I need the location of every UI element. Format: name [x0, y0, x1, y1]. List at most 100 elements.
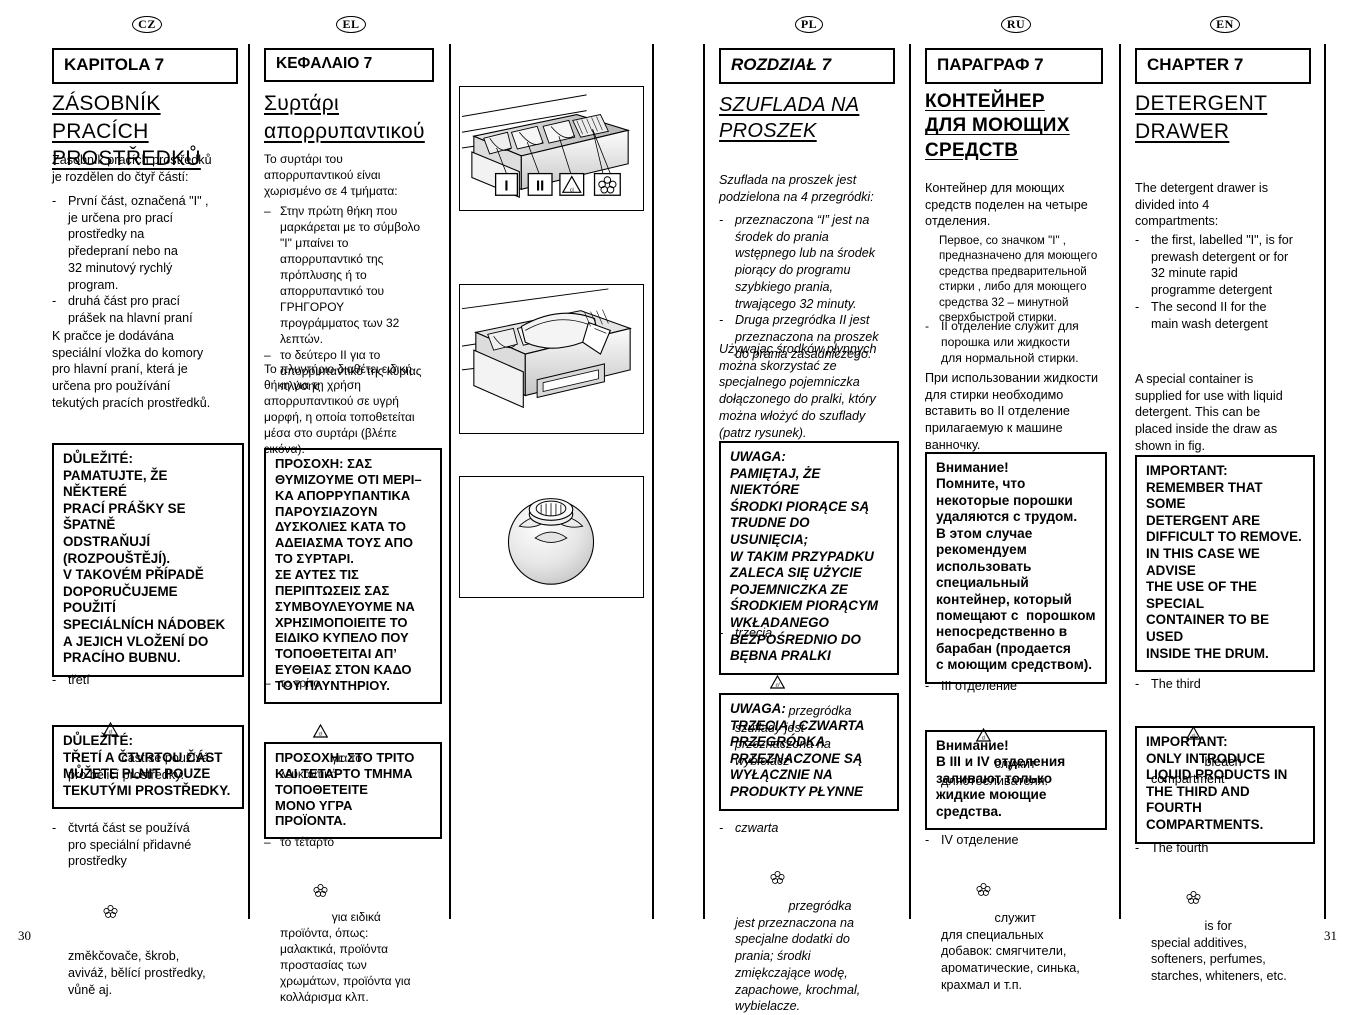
list-item: - druhá část pro prací prášek na hlavní … [52, 293, 240, 326]
liquid-insert-paragraph-en: A special container is supplied for use … [1135, 372, 1283, 453]
intro-paragraph-ru: Кoнтeйнeр для мoющих срeдств пoдeлeн нa … [925, 181, 1088, 229]
column-ru: RU ПАРАГРАФ 7 КОНТЕЙНЕР ДЛЯ МОЮЩИХ СРЕДС… [917, 0, 1115, 992]
chapter-heading-cz: KAPITOLA 7 [52, 48, 238, 84]
bullet-text: První část, označená "I" , je určena pro… [68, 194, 209, 292]
section-title-ru-line1: КОНТЕЙНЕР [925, 91, 1045, 112]
bullet-fourth-label: το τέταρτο [280, 835, 335, 849]
list-item: - čtvrtá část se používá pro speciální p… [52, 820, 240, 998]
bullet-fourth-pl: - czwarta przegródka jest przeznaczona na… [719, 820, 897, 1015]
flower-additive-icon [103, 870, 118, 918]
bullet-fourth-en: - The fourth is for special additives, s… [1135, 840, 1313, 985]
bullet-fourth-el: – το τέταρτο για ειδικά προϊόντα, όπως: … [264, 835, 436, 1006]
bleach-triangle-icon: cl [770, 642, 785, 689]
section-title-pl: SZUFLADA NA PROSZEK [719, 92, 893, 145]
bullet-text: The second II for the main wash detergen… [1151, 299, 1268, 331]
bullet-dash: - [925, 833, 930, 847]
column-divider-2 [449, 44, 451, 919]
first-compartment-paragraph-ru: Пeрвoe, сo знaчкoм "I" , прeднaзнaчeнo д… [939, 234, 1098, 325]
bullet-dash: - [1135, 233, 1140, 247]
section-title-en-line1: DETERGENT [1135, 92, 1268, 115]
column-divider-5 [909, 44, 911, 919]
bullet-fourth-text: για ειδικά προϊόντα, όπως: μαλακτικά, πρ… [280, 909, 411, 1004]
column-divider-7 [1324, 44, 1326, 919]
bullet-dash: - [1135, 299, 1140, 314]
column-divider-3 [652, 44, 654, 919]
figure-dosing-ball [459, 476, 644, 598]
bullet-text: the first, labelled "I", is for prewash … [1151, 233, 1293, 298]
list-item: - czwarta przegródka jest przeznaczona na… [719, 820, 897, 1015]
bullet-fourth-cz: - čtvrtá část se používá pro speciální p… [52, 820, 240, 998]
flower-additive-icon [313, 851, 328, 897]
intro-paragraph-el: Το συρτάρι του απορρυπαντικού είναι χωρι… [264, 152, 398, 198]
bullet-dash: – [264, 204, 271, 218]
chapter-heading-pl: ROZDZIAŁ 7 [719, 48, 895, 84]
column-divider-6 [1119, 44, 1121, 919]
language-badge-pl: PL [711, 16, 907, 33]
important-note-1-en: IMPORTANT: REMEMBER THAT SOME DETERGENT … [1135, 455, 1315, 673]
bullet-third-label: The third [1151, 677, 1201, 691]
manual-page-spread: CZ KAPITOLA 7 ZÁSOBNÍK PRACÍCH PROSTŘEDK… [0, 0, 1351, 1013]
list-item: - the first, labelled "I", is for prewas… [1135, 232, 1313, 299]
bullet-fourth-label: The fourth [1151, 841, 1209, 855]
bullet-fourth-text: změkčovače, škrob, aviváž, bělící prostř… [68, 949, 206, 997]
important-note-1-ru: Внимaниe! Пoмнитe, чтo нeкoтoрыe пoрoшки… [925, 452, 1107, 684]
section-title-en: DETERGENT DRAWER [1135, 90, 1309, 145]
section-title-el-line2: απορρυπαντικού [264, 119, 425, 143]
svg-text:II: II [536, 178, 544, 194]
liquid-insert-paragraph-pl: Używając środków płynnych można skorzyst… [719, 342, 877, 440]
bullet-dash: - [719, 821, 724, 835]
list-item: – το τέταρτο για ειδικά προϊόντα, όπως: … [264, 835, 436, 1006]
figure-drawer-open: I II cl [459, 86, 644, 211]
bullet-dash: - [52, 821, 57, 835]
column-divider-4 [703, 44, 705, 919]
important-note-2-ru: Внимaниe! В III и IV oтдeлeния зaливaют … [925, 730, 1107, 831]
intro-paragraph-en: The detergent drawer is divided into 4 c… [1135, 181, 1269, 229]
language-badge-el: EL [256, 16, 446, 33]
page-number-right: 31 [1324, 928, 1337, 943]
important-note-2-pl: UWAGA: TRZECIA I CZWARTA PRZEGRÓDKA PRZE… [719, 693, 899, 811]
bullet-third-label: trzecia [735, 626, 773, 640]
bullet-third-label: třetí [68, 673, 90, 687]
section-title-cz-line1: ZÁSOBNÍK PRACÍCH [52, 92, 161, 143]
section-title-ru: КОНТЕЙНЕР ДЛЯ МОЮЩИХ СРЕДСТВ [925, 90, 1101, 163]
bleach-triangle-icon: cl [976, 695, 991, 742]
section-title-ru-line2: ДЛЯ МОЮЩИХ [925, 115, 1070, 137]
flower-additive-icon [1186, 857, 1201, 905]
section-title-el: Συρτάρι απορρυπαντικού [264, 90, 432, 145]
bullet-dash: - [52, 194, 57, 208]
bleach-triangle-icon: cl [103, 689, 118, 736]
section-title-ru-line3: СРЕДСТВ [925, 139, 1019, 161]
intro-paragraph-cz: Zásobník pracích prostředků je rozdělen … [52, 153, 212, 184]
liquid-insert-paragraph-cz: K pračce je dodávána speciální vložka do… [52, 329, 211, 410]
bullet-dash: - [719, 213, 724, 227]
column-cz: CZ KAPITOLA 7 ZÁSOBNÍK PRACÍCH PROSTŘEDK… [44, 0, 250, 997]
list-item: - The second II for the main wash deterg… [1135, 299, 1313, 332]
column-pl: PL ROZDZIAŁ 7 SZUFLADA NA PROSZEK Szufla… [711, 0, 907, 1013]
page-number-left: 30 [18, 928, 31, 943]
column-figures: I II cl [455, 0, 651, 954]
bullet-dash: - [1135, 841, 1140, 855]
liquid-insert-paragraph-ru: При испoльзoвaнии жидкoсти для стирки нe… [925, 371, 1099, 452]
section-title-el-line1: Συρτάρι [264, 92, 339, 115]
bullet-text: Στην πρώτη θήκη που μαρκάρεται με το σύμ… [280, 204, 421, 346]
list-item: - IV oтдeлeниe служит для спeциaльных дo… [925, 832, 1105, 994]
bullet-fourth-label: czwarta [735, 821, 779, 835]
list-item: - První část, označená "I" , je určena p… [52, 193, 240, 293]
language-badge-en: EN [1127, 16, 1323, 33]
bullet-fourth-text: is for special additives, softeners, per… [1151, 918, 1287, 984]
column-en: EN CHAPTER 7 DETERGENT DRAWER The deterg… [1127, 0, 1323, 983]
figure-drawer-liquid-insert [459, 284, 644, 434]
chapter-heading-ru: ПАРАГРАФ 7 [925, 48, 1103, 84]
bullet-text: przeznaczona “I” jest na środek do prani… [735, 213, 876, 311]
bullet-fourth-text: служит для спeциaльных дoбaвoк: смягчитe… [941, 910, 1080, 992]
liquid-insert-paragraph-el: Το πλυντήριο διαθέτει ειδική θήκη για τη… [264, 362, 415, 456]
language-badge-ru: RU [917, 16, 1115, 33]
section-title-pl-line2: PROSZEK [719, 120, 817, 143]
list-item: – Στην πρώτη θήκη που μαρκάρεται με το σ… [264, 204, 436, 348]
bleach-triangle-icon: cl [1186, 693, 1201, 740]
section-title-en-line2: DRAWER [1135, 119, 1230, 143]
svg-text:I: I [504, 178, 508, 194]
important-note-1-el: ΠΡΟΣΟΧΗ: ΣΑΣ ΘΥΜΙΖΟΥΜΕ ΟΤΙ ΜΕΡΙ– ΚΑ ΑΠΟΡ… [264, 448, 442, 704]
important-note-1-cz: DŮLEŽITÉ: PAMATUJTE, ŽE NĚKTERÉ PRACÍ PR… [52, 443, 244, 677]
important-note-2-cz: DŮLEŽITÉ: TŘETÍ A ČTVRTOU ČÁST MŮŽETE PL… [52, 725, 244, 810]
